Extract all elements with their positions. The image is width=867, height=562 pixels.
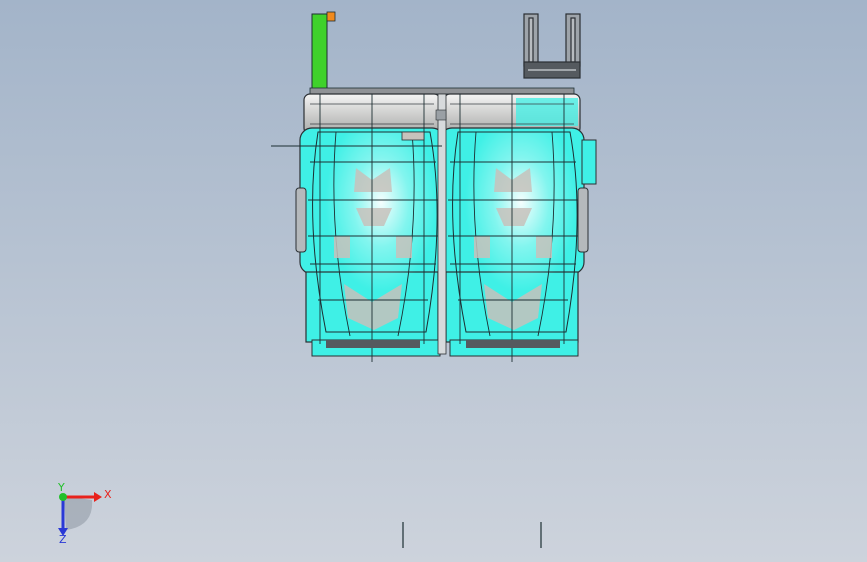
x-axis-arrowhead xyxy=(94,492,102,502)
right-bin-assembly[interactable] xyxy=(439,93,597,362)
graphics-viewport[interactable]: X Y Z xyxy=(0,0,867,562)
left-bin-assembly[interactable] xyxy=(295,93,445,362)
cad-model-view[interactable]: X Y Z xyxy=(0,0,867,562)
x-axis-label: X xyxy=(104,488,112,501)
y-axis-dot xyxy=(59,493,67,501)
orientation-triad[interactable]: X Y Z xyxy=(57,481,112,546)
z-axis-label: Z xyxy=(59,533,67,546)
right-bracket-mount[interactable] xyxy=(523,13,581,79)
y-axis-label: Y xyxy=(57,481,65,494)
